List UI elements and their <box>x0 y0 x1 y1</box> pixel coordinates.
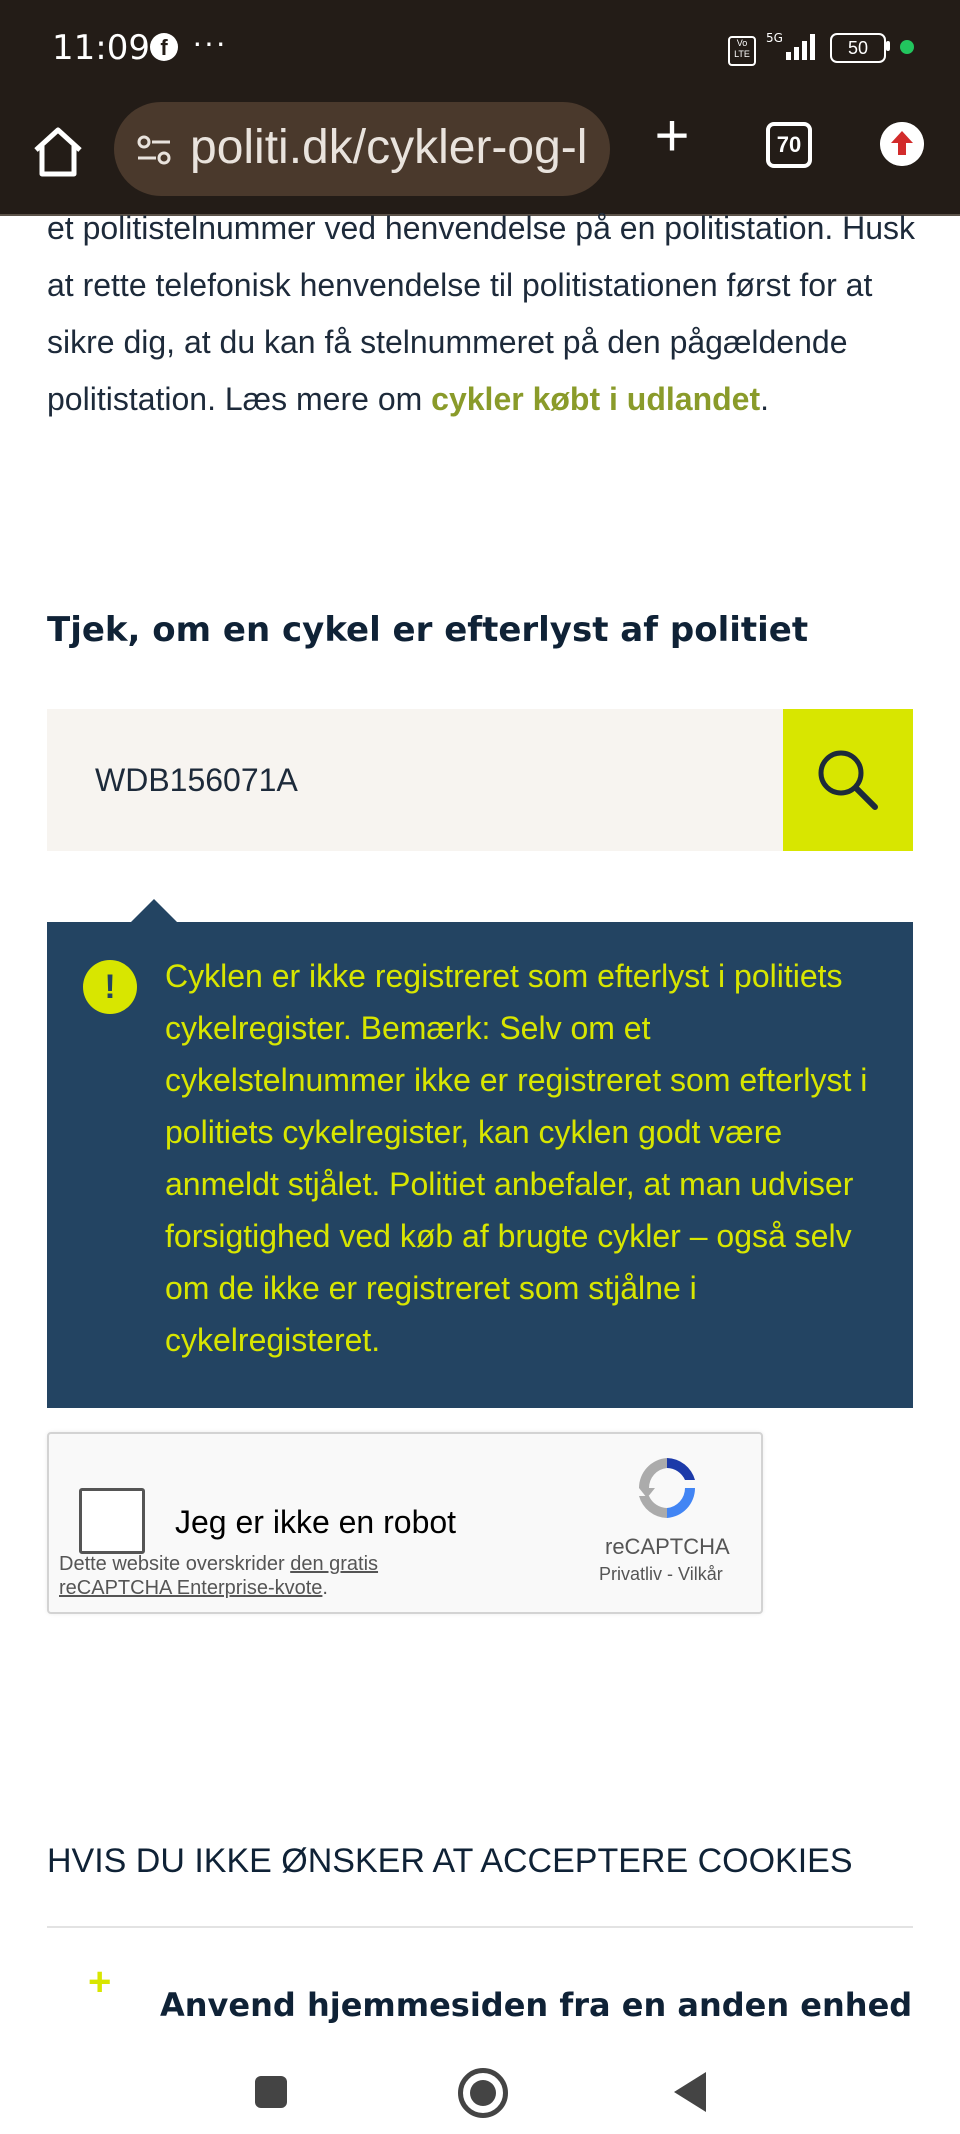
quota-link-1[interactable]: den gratis <box>290 1553 378 1575</box>
notice-suffix: . <box>322 1577 328 1599</box>
svg-text:5G: 5G <box>766 31 783 45</box>
recaptcha-quota-notice: Dette website overskrider den gratis reC… <box>59 1552 378 1600</box>
recaptcha-label: Jeg er ikke en robot <box>175 1504 457 1540</box>
volte-icon: Vo LTE <box>728 36 756 66</box>
abroad-bikes-link[interactable]: cykler købt i udlandet <box>431 381 760 417</box>
article-paragraph: et politistelnummer ved henvendelse på e… <box>47 200 927 428</box>
recaptcha-links: Privatliv - Vilkår <box>599 1564 723 1585</box>
battery-tip <box>886 41 890 51</box>
recaptcha-checkbox[interactable] <box>79 1488 145 1554</box>
article-text-end: . <box>760 381 770 417</box>
more-notifications-icon: ··· <box>192 24 227 60</box>
new-tab-button[interactable]: + <box>648 106 696 166</box>
facebook-notification-icon: f <box>150 33 178 61</box>
expand-plus-icon[interactable]: + <box>88 1960 111 2005</box>
section-divider <box>47 1926 913 1928</box>
browser-toolbar: politi.dk/cykler-og-l + 70 <box>0 96 960 216</box>
privacy-link[interactable]: Privatliv <box>599 1564 662 1584</box>
alert-pointer <box>130 899 178 923</box>
recaptcha-widget: Jeg er ikke en robot reCAPTCHA Privatliv… <box>47 1432 763 1614</box>
recaptcha-brand: reCAPTCHA <box>605 1534 730 1559</box>
bike-search-form <box>47 709 913 851</box>
address-bar[interactable]: politi.dk/cykler-og-l <box>114 102 610 196</box>
search-section-title: Tjek, om en cykel er efterlyst af politi… <box>47 610 809 650</box>
alert-message: Cyklen er ikke registreret som efterlyst… <box>165 958 868 1358</box>
system-nav-bar <box>0 2040 960 2134</box>
clock: 11:09 <box>52 28 150 68</box>
cookies-section-title: HVIS DU IKKE ØNSKER AT ACCEPTERE COOKIES <box>47 1842 853 1880</box>
battery-icon: 50 <box>830 33 886 63</box>
site-settings-icon[interactable] <box>134 130 174 170</box>
tab-switcher-button[interactable]: 70 <box>766 122 812 168</box>
frame-number-input[interactable] <box>47 709 783 851</box>
search-icon <box>818 750 878 810</box>
home-icon[interactable] <box>28 122 88 182</box>
signal-icon: 5G <box>766 31 815 60</box>
exclamation-icon: ! <box>83 960 137 1014</box>
privacy-indicator-dot <box>900 40 914 54</box>
terms-link[interactable]: Vilkår <box>678 1564 723 1584</box>
notice-prefix: Dette website overskrider <box>59 1553 291 1575</box>
update-icon[interactable] <box>880 122 924 166</box>
search-button[interactable] <box>783 709 913 851</box>
recents-button[interactable] <box>255 2076 287 2108</box>
search-result-alert: ! Cyklen er ikke registreret som efterly… <box>47 922 913 1408</box>
status-bar: 11:09 f ··· Vo LTE 5G 50 <box>0 0 960 96</box>
links-separator: - <box>662 1564 679 1584</box>
recaptcha-logo-icon <box>638 1458 696 1518</box>
home-button-inner <box>470 2080 496 2106</box>
quota-link-2[interactable]: reCAPTCHA Enterprise-kvote <box>59 1577 322 1599</box>
url-text[interactable]: politi.dk/cykler-og-l <box>190 120 587 175</box>
back-button[interactable] <box>674 2072 706 2112</box>
accordion-item-title[interactable]: Anvend hjemmesiden fra en anden enhed <box>160 1986 912 2024</box>
